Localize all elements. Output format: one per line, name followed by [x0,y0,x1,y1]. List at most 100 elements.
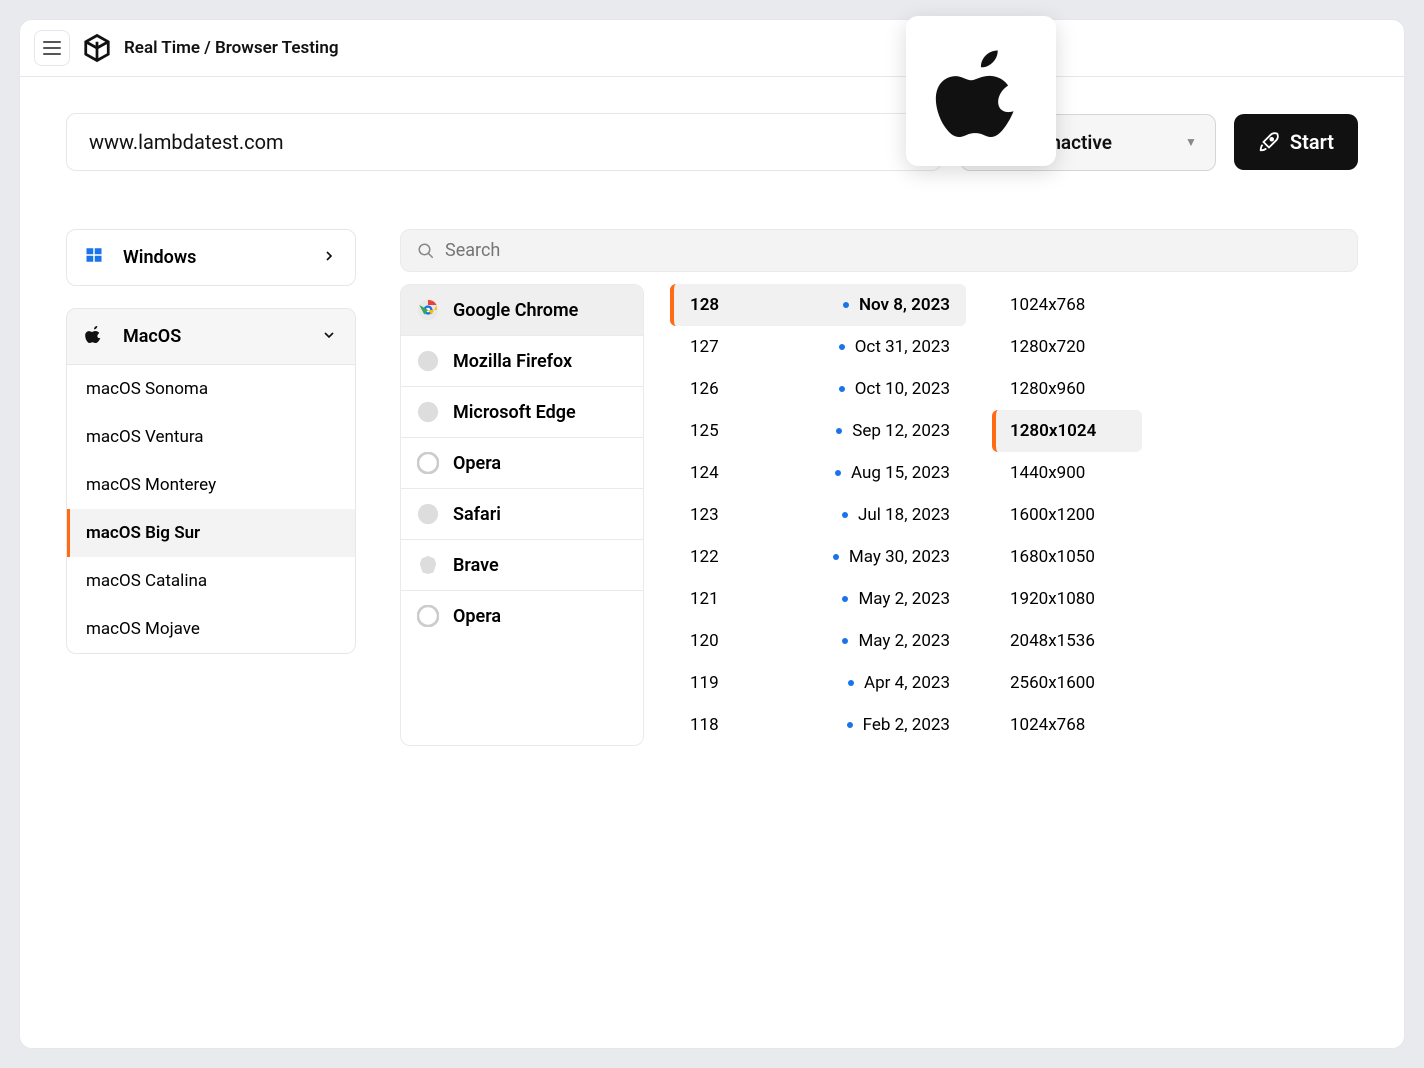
os-version-item[interactable]: macOS Big Sur [67,509,355,557]
version-item[interactable]: 119Apr 4, 2023 [670,662,966,704]
resolution-item[interactable]: 1440x900 [992,452,1142,494]
menu-button[interactable] [34,30,70,66]
os-version-item[interactable]: macOS Sonoma [67,365,355,413]
main-grid: WindowsMacOSmacOS SonomamacOS Venturamac… [66,229,1358,746]
resolution-item[interactable]: 1680x1050 [992,536,1142,578]
apple-icon [935,45,1027,137]
version-column: 128 Nov 8, 2023 127 Oct 31, 2023 126Oct 10, … [670,284,966,746]
browser-item[interactable]: Google Chrome [401,285,643,336]
version-item[interactable]: 124 Aug 15, 2023 [670,452,966,494]
windows-icon [85,246,103,269]
resolution-item[interactable]: 2560x1600 [992,662,1142,704]
rocket-icon [1258,131,1280,153]
version-date: Nov 8, 2023 [859,295,950,315]
browser-column: Google Chrome Mozilla Firefox Microsoft Ed… [400,284,644,746]
version-number: 121 [690,589,719,609]
dot-icon [839,386,845,392]
apple-logo-card [906,16,1056,166]
search-icon [417,242,435,260]
browser-label: Opera [453,453,501,474]
os-group-windows[interactable]: Windows [66,229,356,286]
os-version-item[interactable]: macOS Mojave [67,605,355,653]
dot-icon [835,470,841,476]
topbar: Real Time / Browser Testing [20,20,1404,77]
chevron-icon [321,327,337,347]
version-number: 128 [690,295,719,315]
firefox-icon [417,350,439,372]
browser-item[interactable]: Mozilla Firefox [401,336,643,387]
version-number: 125 [690,421,719,441]
version-item[interactable]: 122 May 30, 2023 [670,536,966,578]
browser-label: Microsoft Edge [453,402,576,423]
version-date: Oct 31, 2023 [855,337,950,357]
version-item[interactable]: 121 May 2, 2023 [670,578,966,620]
breadcrumb: Real Time / Browser Testing [124,38,339,58]
resolution-item[interactable]: 2048x1536 [992,620,1142,662]
resolution-item[interactable]: 1024x768 [992,284,1142,326]
caret-down-icon: ▼ [1185,135,1197,149]
browser-item[interactable]: Safari [401,489,643,540]
version-date: Aug 15, 2023 [851,463,950,483]
version-number: 122 [690,547,719,567]
apple-icon [85,325,103,348]
version-date: Sep 12, 2023 [852,421,950,441]
safari-icon [417,503,439,525]
os-version-item[interactable]: macOS Monterey [67,461,355,509]
version-date: May 30, 2023 [849,547,950,567]
browser-item[interactable]: Opera [401,438,643,489]
resolution-item[interactable]: 1600x1200 [992,494,1142,536]
dot-icon [842,512,848,518]
start-button[interactable]: Start [1234,114,1358,170]
brave-icon [417,554,439,576]
version-item[interactable]: 118 Feb 2, 2023 [670,704,966,746]
version-date: May 2, 2023 [858,631,950,651]
start-label: Start [1290,130,1334,154]
search-input[interactable] [445,240,1341,261]
os-group-macos[interactable]: MacOS [66,308,356,365]
hamburger-icon [43,41,61,55]
selection-columns: Google Chrome Mozilla Firefox Microsoft Ed… [400,284,1358,746]
resolution-item[interactable]: 1920x1080 [992,578,1142,620]
resolution-item[interactable]: 1280x960 [992,368,1142,410]
resolution-item[interactable]: 1024x768 [992,704,1142,746]
version-number: 118 [690,715,719,735]
browser-label: Mozilla Firefox [453,351,572,372]
resolution-item[interactable]: 1280x720 [992,326,1142,368]
version-date: Apr 4, 2023 [864,673,950,693]
browser-item[interactable]: Microsoft Edge [401,387,643,438]
dot-icon [842,638,848,644]
edge-icon [417,401,439,423]
version-date: Feb 2, 2023 [863,715,950,735]
dot-icon [842,596,848,602]
search-wrap[interactable] [400,229,1358,272]
browser-label: Opera [453,606,501,627]
dot-icon [848,680,854,686]
version-item[interactable]: 126Oct 10, 2023 [670,368,966,410]
chrome-icon [417,299,439,321]
version-date: May 2, 2023 [858,589,950,609]
content: Tunnel: Inactive ▼ Start WindowsMacOSmac… [20,77,1404,782]
dot-icon [839,344,845,350]
os-group-label: Windows [123,247,196,268]
app-card: Real Time / Browser Testing Tunnel: Inac… [20,20,1404,1048]
version-item[interactable]: 128 Nov 8, 2023 [670,284,966,326]
version-number: 127 [690,337,719,357]
browser-label: Safari [453,504,501,525]
version-item[interactable]: 127 Oct 31, 2023 [670,326,966,368]
resolution-item[interactable]: 1280x1024 [992,410,1142,452]
version-item[interactable]: 123Jul 18, 2023 [670,494,966,536]
version-date: Oct 10, 2023 [855,379,950,399]
os-version-item[interactable]: macOS Catalina [67,557,355,605]
version-item[interactable]: 125 Sep 12, 2023 [670,410,966,452]
browser-item[interactable]: Brave [401,540,643,591]
os-version-item[interactable]: macOS Ventura [67,413,355,461]
os-panel: WindowsMacOSmacOS SonomamacOS Venturamac… [66,229,356,746]
url-input[interactable] [66,113,942,171]
version-item[interactable]: 120 May 2, 2023 [670,620,966,662]
chevron-icon [321,248,337,268]
os-version-list: macOS SonomamacOS VenturamacOS Montereym… [66,365,356,654]
version-number: 124 [690,463,719,483]
browser-label: Google Chrome [453,300,578,321]
version-number: 120 [690,631,719,651]
browser-item[interactable]: Opera [401,591,643,641]
